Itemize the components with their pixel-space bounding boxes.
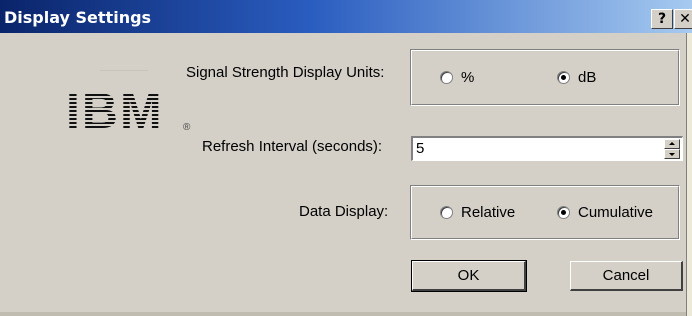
- window-title: Display Settings: [4, 8, 152, 27]
- signal-units-label: Signal Strength Display Units:: [186, 64, 385, 81]
- radio-percent[interactable]: %: [440, 69, 474, 86]
- close-button[interactable]: ✕: [674, 9, 692, 29]
- refresh-interval-value[interactable]: 5: [416, 140, 424, 157]
- spin-down-button[interactable]: [664, 149, 680, 159]
- radio-percent-label: %: [461, 69, 475, 86]
- radio-percent-indicator[interactable]: [440, 71, 453, 84]
- radio-db-indicator[interactable]: [557, 71, 570, 84]
- ibm-logo: IBM ®: [66, 83, 196, 141]
- spinner-buttons: [664, 139, 680, 159]
- window-bottom-edge: [0, 312, 686, 316]
- radio-cumulative-label: Cumulative: [578, 204, 654, 221]
- ok-button[interactable]: OK: [411, 260, 527, 292]
- window-edge: [686, 33, 692, 316]
- radio-relative-indicator[interactable]: [440, 206, 453, 219]
- radio-relative-label: Relative: [461, 204, 516, 221]
- arrow-down-icon: [669, 153, 675, 156]
- radio-cumulative[interactable]: Cumulative: [557, 204, 653, 221]
- refresh-interval-label: Refresh Interval (seconds):: [202, 138, 383, 155]
- registered-mark: ®: [183, 122, 191, 133]
- data-display-label: Data Display:: [299, 203, 389, 220]
- ibm-logo-text: IBM: [66, 86, 164, 136]
- radio-db-label: dB: [578, 69, 597, 86]
- help-button[interactable]: ?: [651, 9, 673, 29]
- arrow-up-icon: [669, 142, 675, 145]
- spin-up-button[interactable]: [664, 139, 680, 149]
- radio-relative[interactable]: Relative: [440, 204, 515, 221]
- title-bar[interactable]: Display Settings ? ✕: [0, 0, 692, 33]
- logo-divider: [100, 70, 148, 71]
- radio-cumulative-indicator[interactable]: [557, 206, 570, 219]
- cancel-button[interactable]: Cancel: [570, 261, 683, 291]
- refresh-interval-spinner[interactable]: 5: [411, 136, 683, 161]
- radio-db[interactable]: dB: [557, 69, 596, 86]
